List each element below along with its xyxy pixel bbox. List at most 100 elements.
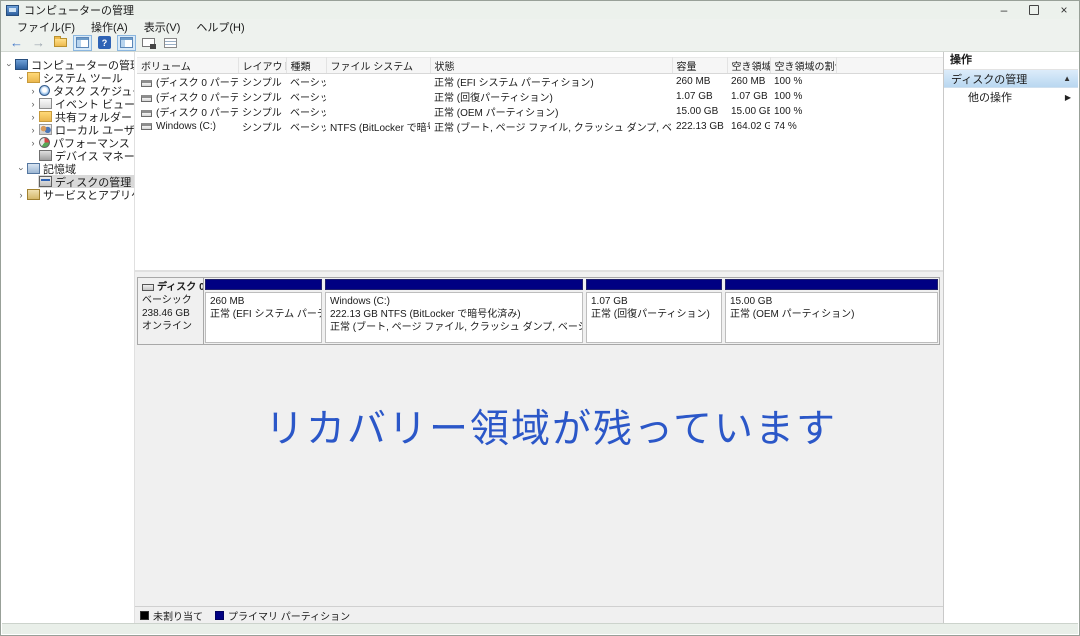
chevron-icon[interactable]: [28, 86, 38, 96]
chevron-icon[interactable]: [28, 99, 38, 109]
chevron-icon[interactable]: [16, 73, 26, 83]
performance-icon: [39, 137, 50, 148]
more-actions-item[interactable]: 他の操作 ▶: [944, 88, 1078, 106]
back-button[interactable]: ←: [7, 35, 26, 51]
disk-management-view: ボリューム レイアウト 種類 ファイル システム 状態 容量 空き領域 空き領域…: [135, 52, 943, 624]
detail-pane-button[interactable]: [161, 35, 180, 51]
volume-row-partition4[interactable]: (ディスク 0 パーティション 4) シンプル ベーシック 正常 (回復パーティ…: [137, 89, 943, 104]
partition-color-bar: [325, 279, 583, 290]
primary-partition-swatch: [215, 611, 224, 620]
chevron-icon[interactable]: [28, 125, 38, 135]
column-free-space[interactable]: 空き領域: [727, 58, 770, 74]
show-console-tree-button[interactable]: [73, 35, 92, 51]
computer-management-window: コンピューターの管理 – × ファイル(F) 操作(A) 表示(V) ヘルプ(H…: [0, 0, 1080, 636]
unallocated-swatch: [140, 611, 149, 620]
show-action-pane-button[interactable]: [117, 35, 136, 51]
volume-icon: [141, 95, 152, 102]
volume-list-header: ボリューム レイアウト 種類 ファイル システム 状態 容量 空き領域 空き領域…: [137, 58, 943, 74]
menu-view[interactable]: 表示(V): [136, 19, 189, 35]
users-groups-icon: [39, 124, 52, 135]
volume-row-partition1[interactable]: (ディスク 0 パーティション 1) シンプル ベーシック 正常 (EFI シス…: [137, 74, 943, 90]
toolbar: ← → ?: [1, 34, 1079, 52]
console-tree: コンピューターの管理 (ローカル) システム ツール タスク スケジューラ イベ…: [2, 52, 135, 624]
partition-recovery[interactable]: 1.07 GB 正常 (回復パーティション): [586, 279, 722, 343]
maximize-icon: [1029, 5, 1039, 15]
legend-primary-partition: プライマリ パーティション: [215, 608, 350, 623]
services-icon: [27, 189, 40, 200]
list-pane-icon: [164, 38, 177, 48]
menu-file[interactable]: ファイル(F): [9, 19, 83, 35]
graphical-view-pane: ディスク 0 ベーシック 238.46 GB オンライン 260 MB 正常 (…: [135, 270, 943, 606]
maximize-button[interactable]: [1019, 1, 1049, 19]
main-area: コンピューターの管理 (ローカル) システム ツール タスク スケジューラ イベ…: [2, 52, 1078, 624]
column-free-percent[interactable]: 空き領域の割合: [770, 58, 836, 74]
minimize-button[interactable]: –: [989, 1, 1019, 19]
partition-efi[interactable]: 260 MB 正常 (EFI システム パーティション): [205, 279, 322, 343]
volume-row-windows-c[interactable]: Windows (C:) シンプル ベーシック NTFS (BitLocker …: [137, 119, 943, 134]
menu-action[interactable]: 操作(A): [83, 19, 136, 35]
status-bar: [2, 623, 1078, 634]
forward-button[interactable]: →: [29, 35, 48, 51]
disk-status: オンライン: [142, 320, 203, 333]
column-type[interactable]: 種類: [286, 58, 326, 74]
chevron-icon[interactable]: [16, 164, 26, 174]
chevron-icon[interactable]: [28, 138, 38, 148]
chevron-icon[interactable]: [16, 190, 26, 200]
partitions: 260 MB 正常 (EFI システム パーティション) Windows (C:…: [204, 278, 939, 344]
column-file-system[interactable]: ファイル システム: [326, 58, 430, 74]
column-empty: [836, 58, 943, 74]
folder-icon: [54, 38, 67, 47]
window-controls: – ×: [989, 1, 1079, 19]
recovery-note-text: リカバリー領域が残っています: [265, 398, 837, 454]
action-pane-icon: [120, 37, 133, 48]
volume-list-table: ボリューム レイアウト 種類 ファイル システム 状態 容量 空き領域 空き領域…: [137, 57, 943, 134]
console-icon: [142, 38, 155, 47]
shared-folders-icon: [39, 111, 52, 122]
volume-icon: [141, 80, 152, 87]
partition-color-bar: [725, 279, 938, 290]
disk-size: 238.46 GB: [142, 307, 203, 320]
collapse-icon[interactable]: ▲: [1063, 74, 1071, 83]
volume-icon: [141, 110, 152, 117]
disk0-strip: ディスク 0 ベーシック 238.46 GB オンライン 260 MB 正常 (…: [137, 277, 940, 345]
actions-header: 操作: [944, 52, 1078, 70]
disk0-label[interactable]: ディスク 0 ベーシック 238.46 GB オンライン: [138, 278, 204, 344]
volume-icon: [141, 123, 152, 130]
chevron-icon[interactable]: [4, 60, 14, 70]
console-tree-pane-icon: [76, 37, 89, 48]
disk-icon: [142, 284, 154, 291]
task-scheduler-icon: [39, 85, 50, 96]
close-button[interactable]: ×: [1049, 1, 1079, 19]
legend-unallocated: 未割り当て: [140, 608, 203, 623]
menu-bar: ファイル(F) 操作(A) 表示(V) ヘルプ(H): [1, 19, 1079, 34]
column-capacity[interactable]: 容量: [672, 58, 727, 74]
chevron-icon[interactable]: [28, 112, 38, 122]
partition-color-bar: [205, 279, 322, 290]
storage-icon: [27, 163, 40, 174]
console-window-button[interactable]: [139, 35, 158, 51]
column-layout[interactable]: レイアウト: [238, 58, 286, 74]
volume-row-partition5[interactable]: (ディスク 0 パーティション 5) シンプル ベーシック 正常 (OEM パー…: [137, 104, 943, 119]
expand-icon: ▶: [1065, 93, 1071, 102]
partition-oem[interactable]: 15.00 GB 正常 (OEM パーティション): [725, 279, 938, 343]
title-bar: コンピューターの管理 – ×: [1, 1, 1079, 19]
sidebar-item-services-applications[interactable]: サービスとアプリケーション: [2, 188, 134, 201]
menu-help[interactable]: ヘルプ(H): [188, 19, 252, 35]
partition-windows-c[interactable]: Windows (C:) 222.13 GB NTFS (BitLocker で…: [325, 279, 583, 343]
disk-management-icon: [39, 176, 52, 187]
partition-color-bar: [586, 279, 722, 290]
computer-icon: [15, 59, 28, 70]
disk-management-actions-group[interactable]: ディスクの管理 ▲: [944, 70, 1078, 88]
help-button[interactable]: ?: [95, 35, 114, 51]
column-volume[interactable]: ボリューム: [137, 58, 238, 74]
export-list-button[interactable]: [51, 35, 70, 51]
legend-bar: 未割り当て プライマリ パーティション: [135, 606, 943, 624]
system-tools-icon: [27, 72, 40, 83]
app-icon: [6, 5, 19, 16]
action-pane: 操作 ディスクの管理 ▲ 他の操作 ▶: [943, 52, 1078, 624]
device-manager-icon: [39, 150, 52, 161]
column-status[interactable]: 状態: [430, 58, 672, 74]
event-viewer-icon: [39, 98, 52, 109]
volume-list-pane: ボリューム レイアウト 種類 ファイル システム 状態 容量 空き領域 空き領域…: [135, 52, 943, 270]
help-icon: ?: [98, 36, 111, 49]
